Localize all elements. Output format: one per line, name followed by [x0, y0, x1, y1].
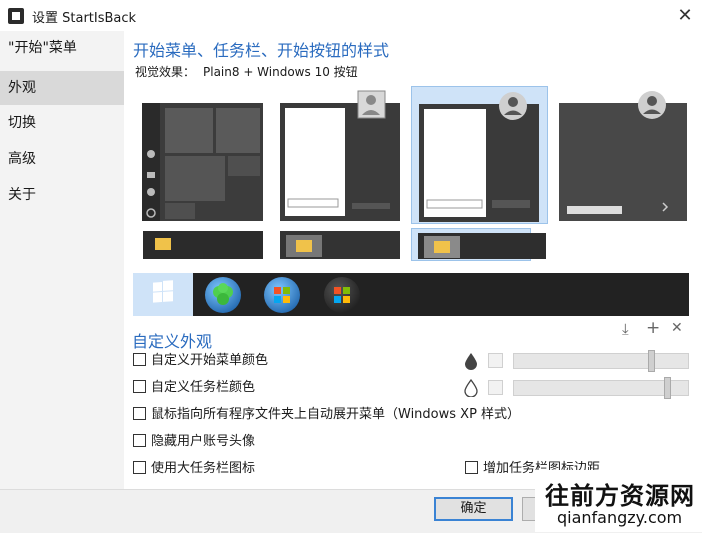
clear-icon[interactable]: ✕: [671, 320, 683, 336]
sidebar: "开始"菜单 外观 切换 高级 关于: [0, 31, 124, 489]
option-large-taskbar-icons[interactable]: 使用大任务栏图标: [133, 460, 255, 478]
clover-icon: [213, 283, 233, 305]
option-custom-taskbar-color[interactable]: 自定义任务栏颜色: [133, 379, 255, 397]
watermark-title: 往前方资源网: [545, 482, 695, 510]
option-custom-start-color[interactable]: 自定义开始菜单颜色: [133, 352, 268, 370]
app-icon: [8, 8, 24, 24]
slider-thumb[interactable]: [648, 350, 655, 372]
taskbar-color-slider[interactable]: [513, 377, 689, 399]
close-icon: ✕: [677, 5, 693, 26]
visual-effect-label: 视觉效果：: [135, 65, 196, 79]
start-menu-style-win7[interactable]: [276, 86, 413, 224]
taskbar-color-swatch[interactable]: [488, 380, 503, 395]
start-button-picker: [133, 273, 689, 316]
sidebar-item-about[interactable]: 关于: [0, 178, 124, 212]
windows-flag-icon: [274, 287, 290, 303]
checkbox[interactable]: [465, 461, 478, 474]
taskbar-style-plain8[interactable]: [411, 228, 546, 261]
watermark-url: qianfangzy.com: [557, 508, 683, 527]
option-hide-user-picture[interactable]: 隐藏用户账号头像: [133, 433, 255, 451]
import-icon[interactable]: ⤓: [622, 320, 629, 338]
sidebar-item-switching[interactable]: 切换: [0, 106, 124, 140]
windows-flag-icon: [334, 287, 350, 303]
start-menu-style-plain8[interactable]: [411, 86, 548, 224]
slider-thumb[interactable]: [664, 377, 671, 399]
checkbox[interactable]: [133, 461, 146, 474]
visual-effect-value: Plain8 + Windows 10 按钮: [203, 65, 358, 79]
start-button-win7-orb[interactable]: [264, 277, 300, 313]
option-xp-style-expand[interactable]: 鼠标指向所有程序文件夹上自动展开菜单（Windows XP 样式）: [133, 406, 520, 424]
start-color-swatch[interactable]: [488, 353, 503, 368]
start-menu-preview: [280, 90, 400, 221]
close-button[interactable]: ✕: [668, 0, 702, 31]
start-menu-preview: [559, 91, 687, 221]
start-color-slider[interactable]: [513, 350, 689, 372]
sidebar-item-advanced[interactable]: 高级: [0, 142, 124, 176]
ok-button[interactable]: 确定: [434, 497, 513, 521]
start-button-win10[interactable]: [133, 273, 193, 316]
checkbox[interactable]: [133, 380, 146, 393]
taskbar-preview: [280, 231, 400, 259]
taskbar-preview: [418, 233, 546, 259]
custom-appearance-heading: 自定义外观: [132, 332, 213, 351]
taskbar-preview: [143, 231, 263, 259]
watermark: 往前方资源网 qianfangzy.com: [535, 470, 702, 532]
page-title: 开始菜单、任务栏、开始按钮的样式: [133, 41, 390, 60]
title-bar: 设置 StartIsBack ✕: [0, 0, 702, 31]
start-menu-preview: [142, 103, 263, 221]
windows-logo-icon: [153, 280, 173, 303]
transparency-drop-icon: [464, 379, 478, 397]
sidebar-item-start-menu[interactable]: "开始"菜单: [0, 31, 124, 65]
start-menu-preview: [419, 92, 539, 222]
add-icon[interactable]: +: [646, 318, 660, 338]
start-menu-style-win10[interactable]: [139, 86, 276, 224]
taskbar-style-win7[interactable]: [280, 228, 400, 261]
checkbox[interactable]: [133, 353, 146, 366]
sidebar-item-appearance[interactable]: 外观: [0, 71, 124, 105]
checkbox[interactable]: [133, 434, 146, 447]
start-button-clover-orb[interactable]: [205, 277, 241, 313]
opacity-drop-icon: [465, 353, 477, 370]
window-title: 设置 StartIsBack: [32, 11, 137, 26]
taskbar-style-win10[interactable]: [143, 228, 263, 261]
start-menu-style-modern[interactable]: [555, 86, 692, 224]
start-button-dark-orb[interactable]: [324, 277, 360, 313]
checkbox[interactable]: [133, 407, 146, 420]
